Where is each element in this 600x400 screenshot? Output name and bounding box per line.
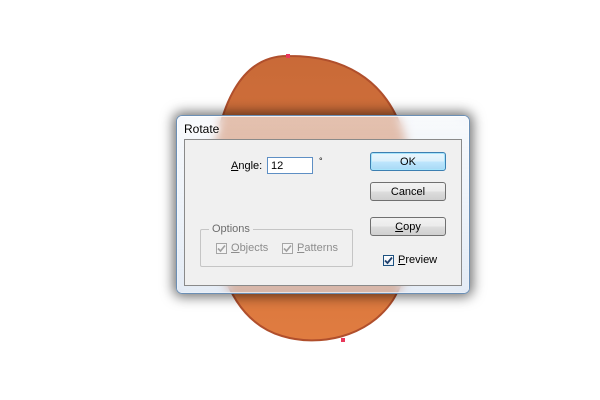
preview-label: Preview [398, 254, 438, 266]
dialog-title[interactable]: Rotate [184, 120, 219, 138]
copy-button[interactable]: Copy [370, 217, 446, 236]
objects-checkbox[interactable]: Objects [216, 242, 268, 254]
rotate-dialog: Rotate Angle: ° Options Objects Patterns… [176, 115, 470, 294]
patterns-check-icon [282, 242, 293, 254]
options-group: Options Objects Patterns [200, 223, 353, 267]
cancel-button[interactable]: Cancel [370, 182, 446, 201]
objects-check-icon [216, 242, 227, 254]
objects-label: Objects [231, 242, 269, 254]
degree-unit: ° [319, 156, 323, 166]
patterns-checkbox[interactable]: Patterns [282, 242, 338, 254]
ok-button[interactable]: OK [370, 152, 446, 171]
anchor-point[interactable] [341, 338, 345, 342]
preview-check-icon [383, 254, 394, 266]
patterns-label: Patterns [297, 242, 338, 254]
options-title: Options [209, 223, 253, 235]
preview-checkbox[interactable]: Preview [383, 254, 437, 266]
angle-label: Angle: [231, 160, 263, 172]
dialog-body: Angle: ° Options Objects Patterns OK Can… [184, 139, 462, 286]
angle-input[interactable] [267, 157, 313, 174]
anchor-point[interactable] [286, 54, 290, 58]
